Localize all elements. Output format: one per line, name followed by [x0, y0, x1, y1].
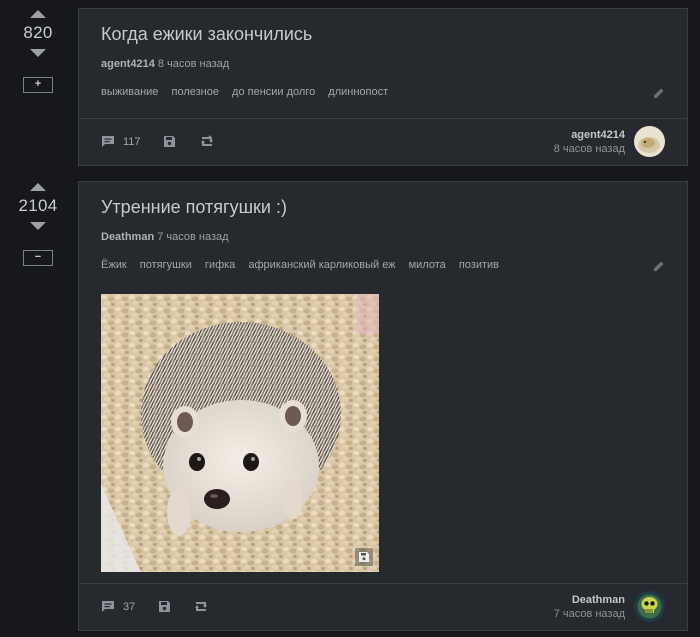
tag-list: выживание полезное до пенсии долго длинн…: [101, 85, 665, 99]
comment-count[interactable]: 117: [123, 136, 141, 148]
save-image-icon[interactable]: [355, 548, 373, 566]
post-title[interactable]: Утренние потягушки :): [101, 196, 665, 218]
repost-icon[interactable]: [199, 135, 215, 148]
repost-icon[interactable]: [193, 600, 209, 613]
expand-toggle-button[interactable]: +: [23, 77, 53, 93]
tag[interactable]: гифка: [205, 259, 235, 271]
post-card: Когда ежики закончились agent4214 8 часо…: [78, 8, 688, 166]
post-time: 8 часов назад: [157, 58, 230, 70]
post-time: 7 часов назад: [157, 231, 229, 243]
footer-time: 8 часов назад: [553, 143, 625, 155]
pencil-icon[interactable]: [653, 260, 665, 272]
hedgehog-gif-image[interactable]: [101, 294, 379, 572]
tag[interactable]: длиннопост: [328, 86, 388, 98]
comment-icon[interactable]: [101, 600, 115, 613]
post-author-link[interactable]: Deathman: [101, 231, 154, 243]
post-meta: Deathman 7 часов назад: [101, 230, 665, 244]
footer-author-link[interactable]: agent4214: [554, 128, 625, 142]
tag[interactable]: Ёжик: [101, 259, 127, 271]
downvote-arrow-icon[interactable]: [30, 222, 46, 230]
post-footer: 37 Deathman 7 часов назад: [79, 583, 687, 630]
avatar[interactable]: [634, 126, 665, 157]
post-card: Утренние потягушки :) Deathman 7 часов н…: [78, 181, 688, 631]
tag[interactable]: полезное: [172, 86, 219, 98]
tag[interactable]: милота: [409, 259, 446, 271]
downvote-arrow-icon[interactable]: [30, 49, 46, 57]
tag-list: Ёжик потягушки гифка африканский карлико…: [101, 258, 665, 272]
collapse-toggle-button[interactable]: −: [23, 250, 53, 266]
post-rating: 2104: [18, 196, 58, 215]
save-icon[interactable]: [163, 135, 176, 148]
post-rating: 820: [23, 23, 53, 42]
footer-time: 7 часов назад: [553, 608, 625, 620]
footer-author: Deathman 7 часов назад: [554, 593, 625, 621]
save-icon[interactable]: [158, 600, 171, 613]
tag[interactable]: выживание: [101, 86, 158, 98]
post-2-rating-rail: 2104 −: [0, 183, 76, 266]
tag[interactable]: африканский карликовый еж: [248, 259, 395, 271]
upvote-arrow-icon[interactable]: [30, 183, 46, 191]
tag[interactable]: до пенсии долго: [232, 86, 315, 98]
tag[interactable]: позитив: [459, 259, 499, 271]
post-meta: agent4214 8 часов назад: [101, 57, 665, 71]
avatar[interactable]: [634, 591, 665, 622]
upvote-arrow-icon[interactable]: [30, 10, 46, 18]
post-1-rating-rail: 820 +: [0, 10, 76, 93]
tag[interactable]: потягушки: [140, 259, 192, 271]
pencil-icon[interactable]: [653, 87, 665, 99]
footer-author: agent4214 8 часов назад: [554, 128, 625, 156]
footer-author-link[interactable]: Deathman: [554, 593, 625, 607]
post-author-link[interactable]: agent4214: [101, 58, 155, 70]
post-footer: 117 agent4214 8 часов назад: [79, 118, 687, 165]
comment-count[interactable]: 37: [123, 601, 135, 613]
comment-icon[interactable]: [101, 135, 115, 148]
post-title[interactable]: Когда ежики закончились: [101, 23, 665, 45]
